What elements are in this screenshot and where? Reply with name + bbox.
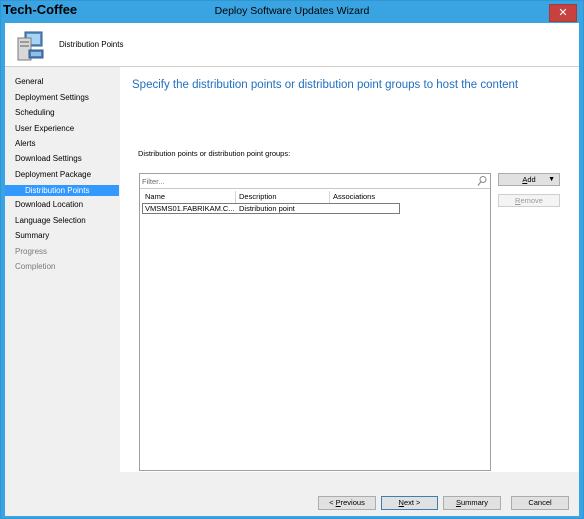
summary-button[interactable]: Summary [443,496,501,510]
computer-icon [17,31,44,61]
close-button[interactable]: ✕ [549,4,577,22]
wizard-footer: < Previous Next > Summary Cancel [120,472,579,516]
nav-item-download-settings[interactable]: Download Settings [15,154,82,163]
column-header-name[interactable]: Name [142,191,236,203]
wizard-client-area: Distribution Points General Deployment S… [5,23,579,516]
add-button[interactable]: Add ▼ [498,173,560,186]
wizard-content: Specify the distribution points or distr… [120,67,579,472]
title-bar[interactable]: Tech-Coffee Deploy Software Updates Wiza… [1,1,583,23]
column-header-description[interactable]: Description [236,191,330,203]
distribution-points-label: Distribution points or distribution poin… [138,149,291,158]
wizard-step-list: General Deployment Settings Scheduling U… [5,67,119,516]
nav-item-general[interactable]: General [15,77,43,86]
nav-item-summary[interactable]: Summary [15,231,49,240]
column-header-associations[interactable]: Associations [330,191,400,203]
next-button[interactable]: Next > [381,496,438,510]
row-associations-cell [332,204,399,213]
wizard-header: Distribution Points [5,23,579,67]
nav-item-language-selection[interactable]: Language Selection [15,216,86,225]
add-button-label: Add [522,175,536,184]
nav-item-deployment-package[interactable]: Deployment Package [15,170,91,179]
cancel-button[interactable]: Cancel [511,496,569,510]
row-name-cell: VMSMS01.FABRIKAM.C... [145,204,235,213]
remove-button[interactable]: Remove [498,194,560,207]
nav-item-progress: Progress [15,247,48,256]
close-icon: ✕ [558,7,568,19]
filter-bar [140,174,490,189]
nav-item-distribution-points[interactable]: Distribution Points [5,185,119,196]
dropdown-arrow-icon: ▼ [548,176,555,183]
nav-item-completion: Completion [15,262,56,271]
nav-item-download-location[interactable]: Download Location [15,200,83,209]
step-heading: Specify the distribution points or distr… [132,79,519,91]
table-row[interactable]: VMSMS01.FABRIKAM.C... Distribution point [142,203,400,214]
nav-item-deployment-settings[interactable]: Deployment Settings [15,93,89,102]
window-title: Deploy Software Updates Wizard [214,5,370,17]
window-controls: ✕ [549,4,577,22]
page-title: Distribution Points [59,40,124,49]
wizard-window: Tech-Coffee Deploy Software Updates Wiza… [0,0,584,519]
distribution-points-list[interactable]: Name Description Associations VMSMS01.FA… [139,173,491,471]
nav-item-scheduling[interactable]: Scheduling [15,108,55,117]
nav-item-alerts[interactable]: Alerts [15,139,35,148]
previous-button[interactable]: < Previous [318,496,376,510]
nav-item-user-experience[interactable]: User Experience [15,124,74,133]
filter-input[interactable] [142,175,472,187]
remove-button-label: Remove [515,196,543,205]
search-icon[interactable] [477,175,487,187]
row-description-cell: Distribution point [239,204,295,213]
